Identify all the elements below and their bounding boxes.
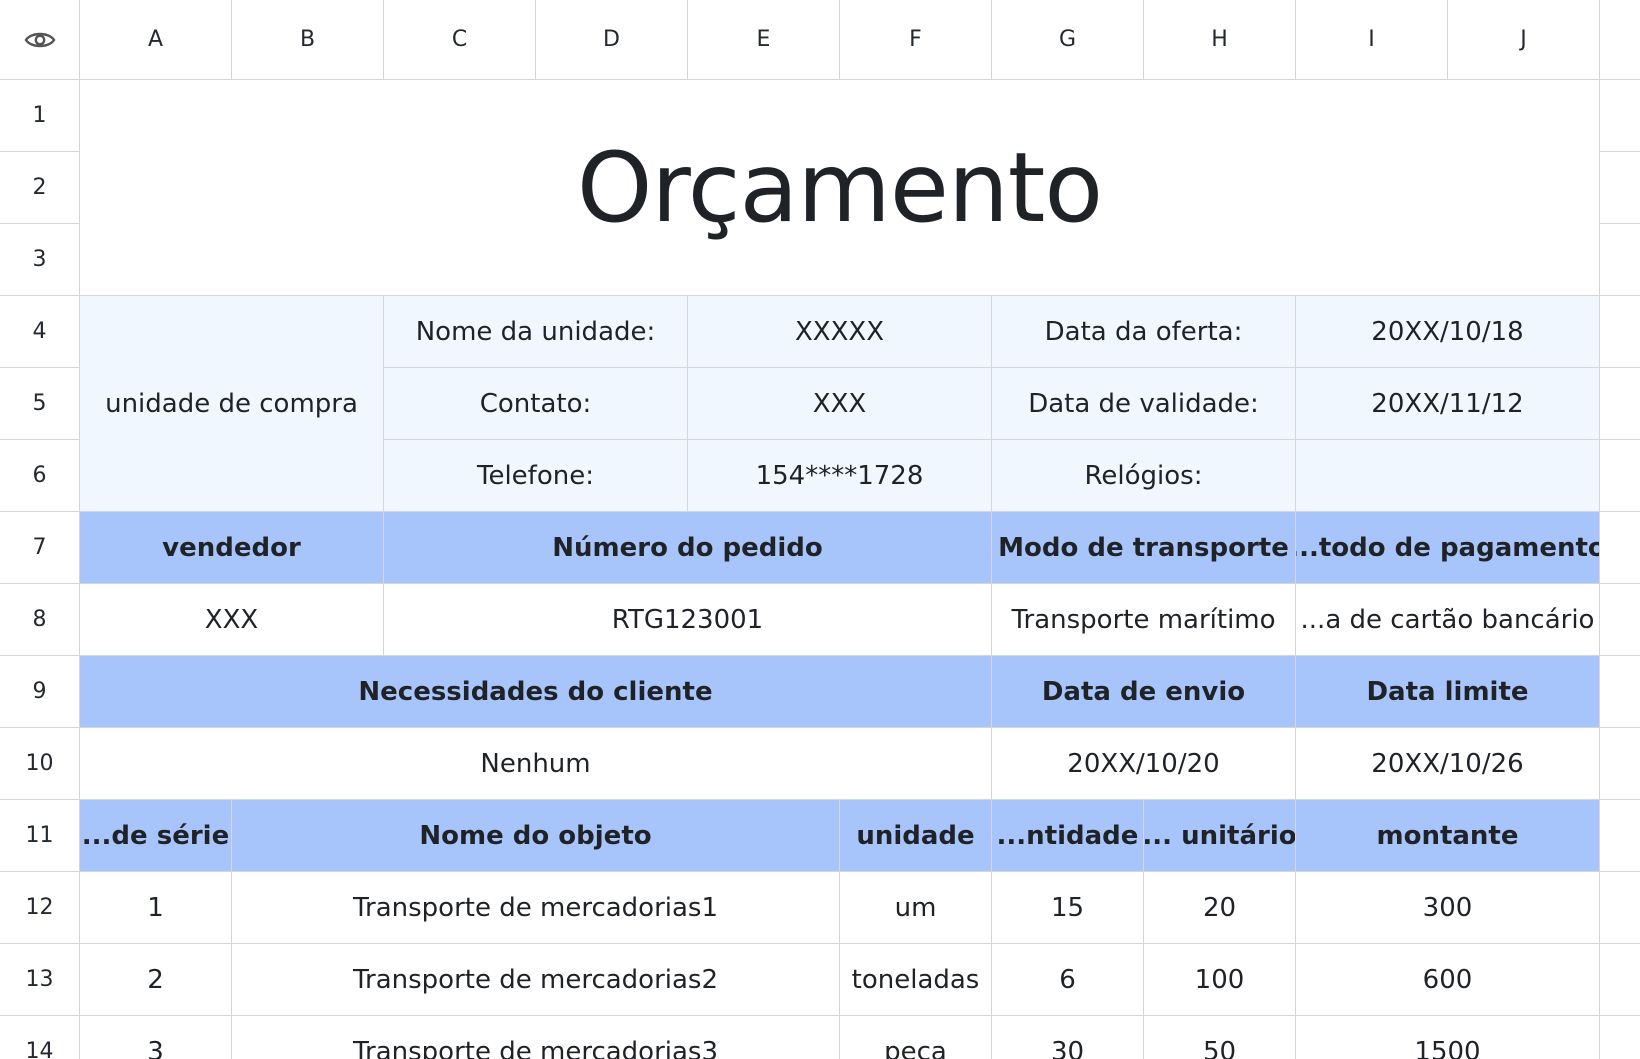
item-unit-price[interactable]: 20: [1144, 872, 1296, 944]
row-header-13[interactable]: 13: [0, 944, 80, 1016]
empty-cell[interactable]: [1600, 944, 1640, 1016]
empty-cell[interactable]: [1600, 152, 1640, 224]
spreadsheet-grid: A B C D E F G H I J 1 2 3 4 5 6 7 8 9 10…: [0, 0, 1640, 1059]
ship-date-header[interactable]: Data de envio: [992, 656, 1296, 728]
item-quantity[interactable]: 15: [992, 872, 1144, 944]
validity-date-label[interactable]: Data de validade:: [992, 368, 1296, 440]
column-header-c[interactable]: C: [384, 0, 536, 80]
eye-icon: [24, 32, 55, 47]
contact-value[interactable]: XXX: [688, 368, 992, 440]
empty-cell[interactable]: [1600, 584, 1640, 656]
row-header-8[interactable]: 8: [0, 584, 80, 656]
column-header-j[interactable]: J: [1448, 0, 1600, 80]
empty-cell[interactable]: [1600, 656, 1640, 728]
order-number-header[interactable]: Número do pedido: [384, 512, 992, 584]
quote-title[interactable]: Orçamento: [80, 80, 1600, 296]
empty-cell[interactable]: [1600, 800, 1640, 872]
item-serial[interactable]: 2: [80, 944, 232, 1016]
item-unit[interactable]: toneladas: [840, 944, 992, 1016]
object-name-header[interactable]: Nome do objeto: [232, 800, 840, 872]
deadline-header[interactable]: Data limite: [1296, 656, 1600, 728]
payment-method-value[interactable]: ...a de cartão bancário: [1296, 584, 1600, 656]
unit-header[interactable]: unidade: [840, 800, 992, 872]
row-header-12[interactable]: 12: [0, 872, 80, 944]
quantity-header[interactable]: ...ntidade: [992, 800, 1144, 872]
column-header-b[interactable]: B: [232, 0, 384, 80]
contact-label[interactable]: Contato:: [384, 368, 688, 440]
order-number-value[interactable]: RTG123001: [384, 584, 992, 656]
amount-header[interactable]: montante: [1296, 800, 1600, 872]
row-header-4[interactable]: 4: [0, 296, 80, 368]
clocks-value[interactable]: [1296, 440, 1600, 512]
item-unit-price[interactable]: 50: [1144, 1016, 1296, 1059]
empty-cell[interactable]: [1600, 512, 1640, 584]
row-header-11[interactable]: 11: [0, 800, 80, 872]
column-header-d[interactable]: D: [536, 0, 688, 80]
row-header-14[interactable]: 14: [0, 1016, 80, 1059]
item-quantity[interactable]: 6: [992, 944, 1144, 1016]
item-amount[interactable]: 600: [1296, 944, 1600, 1016]
empty-cell[interactable]: [1600, 296, 1640, 368]
unit-price-header[interactable]: ... unitário: [1144, 800, 1296, 872]
row-header-2[interactable]: 2: [0, 152, 80, 224]
item-amount[interactable]: 300: [1296, 872, 1600, 944]
validity-date-value[interactable]: 20XX/11/12: [1296, 368, 1600, 440]
customer-needs-value[interactable]: Nenhum: [80, 728, 992, 800]
transport-mode-value[interactable]: Transporte marítimo: [992, 584, 1296, 656]
column-header-g[interactable]: G: [992, 0, 1144, 80]
empty-cell[interactable]: [1600, 440, 1640, 512]
column-header-a[interactable]: A: [80, 0, 232, 80]
unit-name-label[interactable]: Nome da unidade:: [384, 296, 688, 368]
column-header-i[interactable]: I: [1296, 0, 1448, 80]
row-header-1[interactable]: 1: [0, 80, 80, 152]
item-amount[interactable]: 1500: [1296, 1016, 1600, 1059]
empty-cell[interactable]: [1600, 1016, 1640, 1059]
ship-date-value[interactable]: 20XX/10/20: [992, 728, 1296, 800]
item-unit[interactable]: peça: [840, 1016, 992, 1059]
item-serial[interactable]: 3: [80, 1016, 232, 1059]
empty-cell[interactable]: [1600, 728, 1640, 800]
item-object-name[interactable]: Transporte de mercadorias2: [232, 944, 840, 1016]
row-header-7[interactable]: 7: [0, 512, 80, 584]
offer-date-label[interactable]: Data da oferta:: [992, 296, 1296, 368]
row-header-3[interactable]: 3: [0, 224, 80, 296]
customer-needs-header[interactable]: Necessidades do cliente: [80, 656, 992, 728]
row-header-6[interactable]: 6: [0, 440, 80, 512]
column-header-f[interactable]: F: [840, 0, 992, 80]
serial-number-header[interactable]: ...de série: [80, 800, 232, 872]
row-header-9[interactable]: 9: [0, 656, 80, 728]
row-header-5[interactable]: 5: [0, 368, 80, 440]
item-unit[interactable]: um: [840, 872, 992, 944]
empty-cell[interactable]: [1600, 872, 1640, 944]
buyer-unit-label[interactable]: unidade de compra: [80, 296, 384, 512]
payment-method-header[interactable]: ...todo de pagamento: [1296, 512, 1600, 584]
clocks-label[interactable]: Relógios:: [992, 440, 1296, 512]
column-header-overflow: [1600, 0, 1640, 80]
phone-label[interactable]: Telefone:: [384, 440, 688, 512]
deadline-value[interactable]: 20XX/10/26: [1296, 728, 1600, 800]
empty-cell[interactable]: [1600, 80, 1640, 152]
item-object-name[interactable]: Transporte de mercadorias3: [232, 1016, 840, 1059]
item-quantity[interactable]: 30: [992, 1016, 1144, 1059]
unit-name-value[interactable]: XXXXX: [688, 296, 992, 368]
transport-mode-header[interactable]: Modo de transporte: [992, 512, 1296, 584]
item-serial[interactable]: 1: [80, 872, 232, 944]
seller-value[interactable]: XXX: [80, 584, 384, 656]
offer-date-value[interactable]: 20XX/10/18: [1296, 296, 1600, 368]
item-unit-price[interactable]: 100: [1144, 944, 1296, 1016]
column-header-e[interactable]: E: [688, 0, 840, 80]
phone-value[interactable]: 154****1728: [688, 440, 992, 512]
empty-cell[interactable]: [1600, 368, 1640, 440]
seller-header[interactable]: vendedor: [80, 512, 384, 584]
visibility-toggle[interactable]: [0, 0, 80, 80]
column-header-h[interactable]: H: [1144, 0, 1296, 80]
empty-cell[interactable]: [1600, 224, 1640, 296]
row-header-10[interactable]: 10: [0, 728, 80, 800]
item-object-name[interactable]: Transporte de mercadorias1: [232, 872, 840, 944]
